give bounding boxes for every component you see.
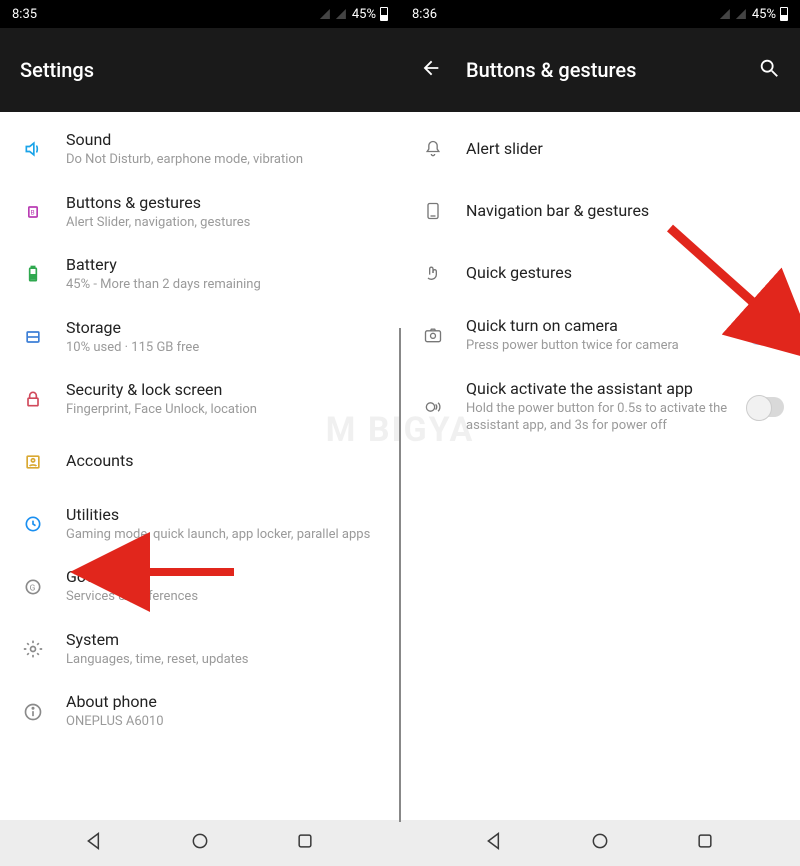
battery-percent: 45% [752,7,776,22]
row-title: System [66,630,384,649]
google-icon: G [14,568,52,606]
settings-row-sound[interactable]: Sound Do Not Disturb, earphone mode, vibr… [0,118,400,181]
phone-left: 8:35 45% Settings Sound Do Not Disturb, e… [0,0,400,866]
row-subtitle: Services & preferences [66,588,384,606]
battery-icon [14,255,52,293]
clock: 8:35 [12,7,37,22]
nav-back-icon[interactable] [85,831,105,855]
row-title: Quick turn on camera [466,316,740,335]
about-icon [14,693,52,731]
storage-icon [14,318,52,356]
clock: 8:36 [412,7,437,22]
battery-percent: 45% [352,7,376,22]
svg-text:G: G [30,583,36,593]
phone-right: 8:36 45% Buttons & gestures Alert slider… [400,0,800,866]
settings-row-google[interactable]: G Google Services & preferences [0,555,400,618]
row-subtitle: Gaming mode, quick launch, app locker, p… [66,526,384,544]
nav-home-icon[interactable] [590,831,610,855]
sound-icon [14,130,52,168]
gesture-row-quick-camera[interactable]: Quick turn on camera Press power button t… [400,304,800,367]
row-title: Security & lock screen [66,380,384,399]
buttons-gestures-icon: B [14,193,52,231]
nav-back-icon[interactable] [485,831,505,855]
settings-row-battery[interactable]: Battery 45% - More than 2 days remaining [0,243,400,306]
row-subtitle: Hold the power button for 0.5s to activa… [466,400,740,435]
quick-camera-icon [414,316,452,354]
row-title: Sound [66,130,384,149]
sim-icon [336,9,346,19]
gesture-row-quick-assistant[interactable]: Quick activate the assistant app Hold the… [400,367,800,447]
toggle-quick-assistant[interactable] [748,397,784,417]
settings-row-buttons-gestures[interactable]: B Buttons & gestures Alert Slider, navigat… [0,181,400,244]
row-title: Utilities [66,505,384,524]
battery-icon [380,7,388,21]
nav-bar [0,820,400,866]
alert-slider-icon [414,130,452,168]
quick-gestures-icon [414,254,452,292]
settings-row-security[interactable]: Security & lock screen Fingerprint, Face … [0,368,400,431]
row-subtitle: 10% used · 115 GB free [66,339,384,357]
row-subtitle: Languages, time, reset, updates [66,651,384,669]
nav-bar [400,820,800,866]
gesture-list[interactable]: Alert slider Navigation bar & gestures Qui… [400,112,800,453]
row-subtitle: 45% - More than 2 days remaining [66,276,384,294]
header: Settings [0,28,400,112]
row-title: Google [66,567,384,586]
row-title: Alert slider [466,139,784,158]
page-title: Settings [20,58,94,82]
settings-row-storage[interactable]: Storage 10% used · 115 GB free [0,306,400,369]
accounts-icon [14,443,52,481]
nav-recent-icon[interactable] [295,831,315,855]
row-title: Buttons & gestures [66,193,384,212]
settings-row-utilities[interactable]: Utilities Gaming mode, quick launch, app … [0,493,400,556]
row-title: Accounts [66,451,384,470]
status-bar: 8:35 45% [0,0,400,28]
row-subtitle: Alert Slider, navigation, gestures [66,214,384,232]
row-title: Storage [66,318,384,337]
row-subtitle: Press power button twice for camera [466,337,740,355]
settings-list[interactable]: Sound Do Not Disturb, earphone mode, vibr… [0,112,400,749]
row-title: Battery [66,255,384,274]
quick-assistant-icon [414,388,452,426]
row-subtitle: Fingerprint, Face Unlock, location [66,401,384,419]
row-title: Quick activate the assistant app [466,379,740,398]
sim-icon [720,9,730,19]
back-button[interactable] [420,57,442,83]
utilities-icon [14,505,52,543]
nav-home-icon[interactable] [190,831,210,855]
row-subtitle: ONEPLUS A6010 [66,713,384,731]
gesture-row-alert-slider[interactable]: Alert slider [400,118,800,180]
sim-icon [320,9,330,19]
nav-bar-icon [414,192,452,230]
security-icon [14,380,52,418]
gesture-row-quick-gestures[interactable]: Quick gestures [400,242,800,304]
page-title: Buttons & gestures [466,58,636,82]
row-title: Quick gestures [466,263,784,282]
row-title: Navigation bar & gestures [466,201,784,220]
status-bar: 8:36 45% [400,0,800,28]
header: Buttons & gestures [400,28,800,112]
settings-row-about[interactable]: About phone ONEPLUS A6010 [0,680,400,743]
settings-row-system[interactable]: System Languages, time, reset, updates [0,618,400,681]
search-button[interactable] [758,57,780,83]
gesture-row-nav-bar[interactable]: Navigation bar & gestures [400,180,800,242]
battery-icon [780,7,788,21]
row-subtitle: Do Not Disturb, earphone mode, vibration [66,151,384,169]
panel-divider [399,328,401,822]
nav-recent-icon[interactable] [695,831,715,855]
svg-text:B: B [31,208,35,216]
toggle-quick-camera[interactable] [748,325,784,345]
settings-row-accounts[interactable]: Accounts [0,431,400,493]
row-title: About phone [66,692,384,711]
sim-icon [736,9,746,19]
system-icon [14,630,52,668]
